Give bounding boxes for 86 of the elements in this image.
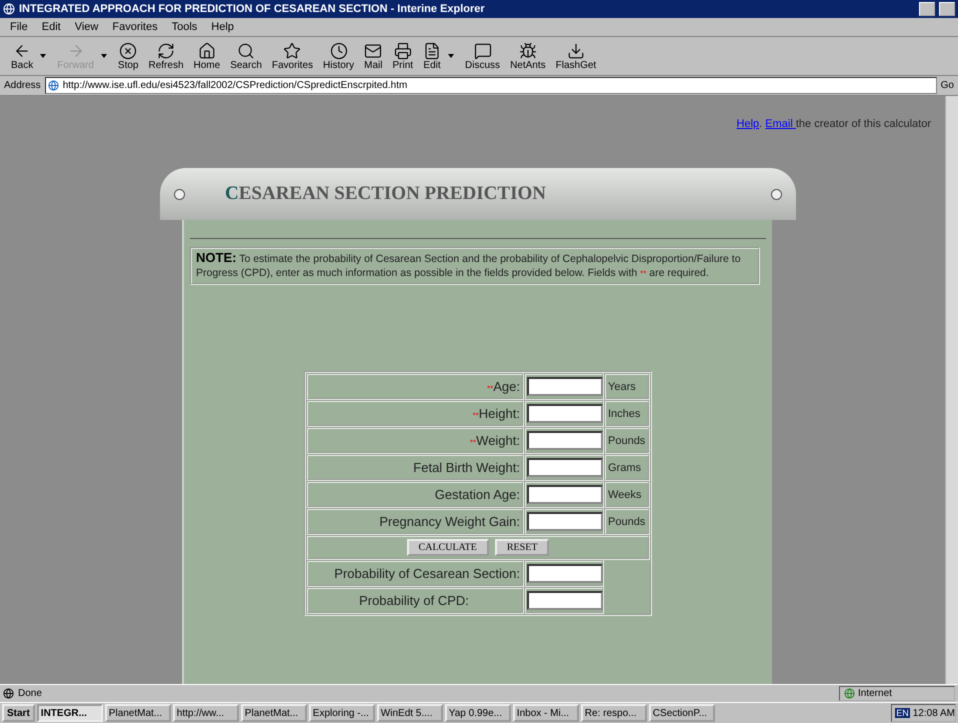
toolbar-button[interactable]: Home — [190, 42, 224, 70]
screw-icon — [174, 188, 185, 200]
download-icon — [566, 42, 585, 60]
taskbar-button[interactable]: INTEGR... — [36, 704, 103, 722]
toolbar-button[interactable]: Edit — [420, 42, 444, 70]
menu-item[interactable]: Tools — [172, 21, 198, 33]
taskbar-button[interactable]: CSectionP... — [648, 704, 715, 722]
printer-icon — [394, 42, 412, 60]
result-label: Probability of CPD: — [306, 587, 524, 614]
clock-icon — [330, 42, 348, 60]
page-heading: CESAREAN SECTION PREDICTION — [225, 183, 547, 205]
form-button[interactable]: CALCULATE — [406, 539, 489, 556]
field-label: **Weight: — [306, 427, 524, 454]
toolbar-button[interactable]: Search — [227, 42, 265, 70]
result-field[interactable] — [527, 564, 603, 583]
field-label: **Age: — [306, 373, 524, 400]
zone-panel: Internet — [839, 686, 955, 701]
field-label: Gestation Age: — [306, 481, 524, 508]
input-field[interactable] — [527, 512, 603, 531]
menu-item[interactable]: File — [10, 21, 28, 33]
address-field[interactable]: http://www.ise.ufl.edu/esi4523/fall2002/CSPrediction/CSpredictEnscrpited.htm — [44, 77, 937, 94]
go-button[interactable]: Go — [940, 80, 954, 91]
toolbar-button[interactable]: Print — [389, 42, 416, 70]
separator-text: . — [759, 118, 764, 130]
chat-icon — [474, 42, 492, 60]
caret-icon[interactable] — [448, 54, 454, 58]
page-icon — [48, 80, 59, 91]
clock-text: 12:08 AM — [912, 708, 955, 718]
toolbar-button[interactable]: NetAnts — [507, 42, 549, 70]
field-label: **Height: — [306, 400, 524, 427]
toolbar-button[interactable]: History — [320, 42, 358, 70]
taskbar-button[interactable]: Inbox - Mi... — [512, 704, 579, 722]
unit-label: Grams — [604, 454, 650, 481]
toolbar-button[interactable]: Refresh — [146, 42, 187, 70]
menu-item[interactable]: Favorites — [112, 21, 158, 33]
caret-icon[interactable] — [40, 54, 46, 58]
toolbar-button[interactable]: FlashGet — [552, 42, 600, 70]
taskbar-button[interactable]: PlanetMat... — [104, 704, 171, 722]
field-label: Fetal Birth Weight: — [306, 454, 524, 481]
input-field[interactable] — [527, 431, 603, 450]
taskbar-button[interactable]: Exploring -... — [308, 704, 375, 722]
unit-label: Weeks — [604, 481, 650, 508]
mail-icon — [364, 42, 382, 60]
screw-icon — [771, 188, 782, 200]
taskbar-button[interactable]: Re: respo... — [580, 704, 647, 722]
result-label: Probability of Cesarean Section: — [306, 560, 524, 587]
taskbar-button[interactable]: Yap 0.99e... — [444, 704, 511, 722]
unit-label: Inches — [604, 400, 650, 427]
globe-icon — [844, 688, 855, 699]
toolbar-button[interactable]: Favorites — [268, 42, 316, 70]
home-icon — [198, 42, 216, 60]
input-field[interactable] — [527, 485, 603, 504]
language-indicator[interactable]: EN — [895, 708, 910, 718]
document-icon — [423, 42, 442, 60]
stop-icon — [119, 42, 138, 60]
address-label: Address — [4, 80, 41, 91]
unit-label: Pounds — [604, 508, 650, 535]
taskbar-button[interactable]: WinEdt 5.... — [376, 704, 443, 722]
taskbar-button[interactable]: http://ww... — [172, 704, 239, 722]
search-icon — [237, 42, 256, 60]
menu-item[interactable]: View — [74, 21, 98, 33]
form-button[interactable]: RESET — [494, 539, 550, 556]
toolbar-button[interactable]: Discuss — [462, 42, 504, 70]
star-icon — [283, 42, 302, 60]
input-field[interactable] — [527, 458, 603, 477]
window-title: INTEGRATED APPROACH FOR PREDICTION OF CESAREAN SECTION - Interine Explorer — [19, 3, 486, 15]
field-label: Pregnancy Weight Gain: — [306, 508, 524, 535]
menu-item[interactable]: Edit — [42, 21, 61, 33]
status-text: Done — [18, 688, 43, 699]
bug-icon — [518, 42, 537, 60]
unit-label: Pounds — [604, 427, 650, 454]
toolbar-button[interactable]: Mail — [361, 42, 386, 70]
toolbar-button[interactable]: Back — [8, 42, 36, 70]
menu-item[interactable]: Help — [211, 21, 234, 33]
refresh-icon — [157, 42, 175, 60]
unit-label: Years — [604, 373, 650, 400]
start-button[interactable]: Start — [2, 704, 35, 722]
link-caption: the creator of this calculator — [796, 118, 931, 130]
result-field[interactable] — [527, 591, 603, 610]
taskbar-button[interactable]: PlanetMat... — [240, 704, 307, 722]
input-field[interactable] — [527, 377, 603, 396]
note-text: NOTE: To estimate the probability of Cesarean Section and the probability of Cephalopelvic Disproportion/Failure to Progress (CPD), enter as much information as possible in the fields provided below. Fields with ** are required. — [190, 247, 760, 285]
browser-icon — [3, 3, 15, 15]
toolbar-button[interactable]: Stop — [114, 42, 142, 70]
input-field[interactable] — [527, 404, 603, 423]
page-icon — [3, 688, 14, 699]
